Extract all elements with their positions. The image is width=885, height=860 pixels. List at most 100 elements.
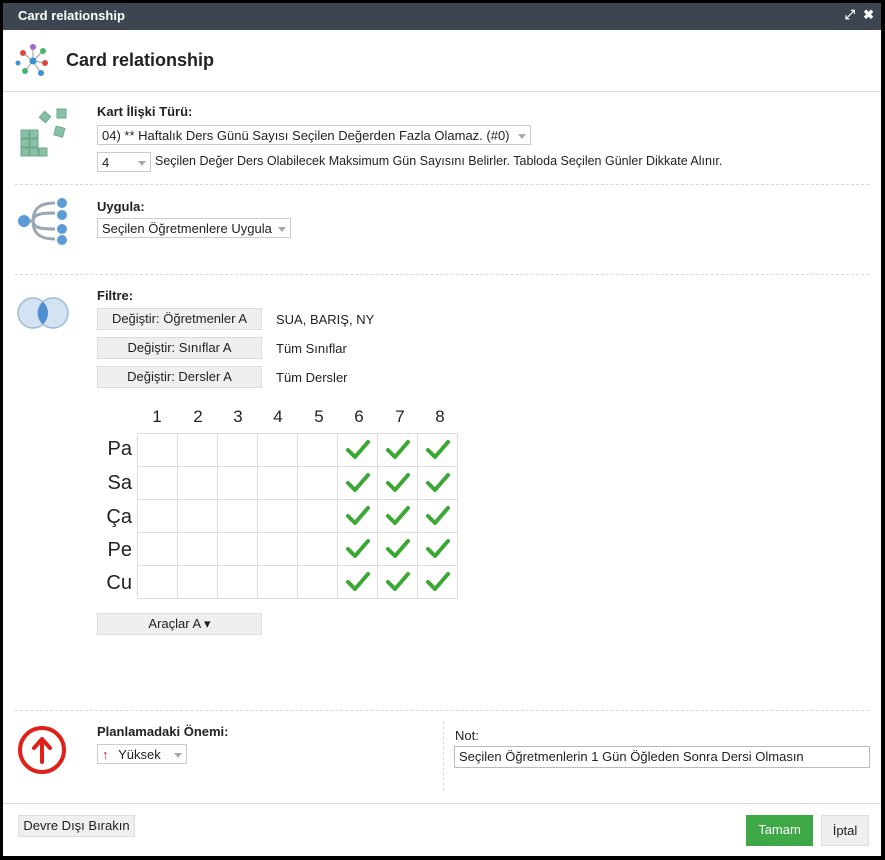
maximize-icon[interactable]: ⤢ (845, 7, 855, 23)
grid-cell[interactable] (217, 565, 258, 599)
note-input[interactable]: Seçilen Öğretmenlerin 1 Gün Öğleden Sonr… (454, 746, 870, 768)
network-icon (15, 44, 48, 76)
grid-cell[interactable] (377, 565, 418, 599)
dialog-heading: Card relationship (66, 50, 215, 70)
change-teachers-button[interactable]: Değiştir: Öğretmenler A (97, 308, 262, 330)
high-importance-icon (18, 726, 66, 774)
day-header: Cu (106, 572, 132, 594)
grid-cell[interactable] (377, 433, 418, 467)
importance-select[interactable]: ↑ Yüksek (97, 744, 187, 764)
grid-row (137, 532, 458, 566)
grid-cell[interactable] (297, 532, 338, 566)
grid-cell[interactable] (217, 532, 258, 566)
grid-cell[interactable] (337, 433, 378, 467)
grid-cell[interactable] (417, 466, 458, 500)
apply-select[interactable]: Seçilen Öğretmenlere Uygula (97, 218, 291, 238)
card-relationship-dialog: Card relationship ⤢ ✖ Card relationship (3, 3, 881, 856)
grid-row (137, 433, 458, 467)
period-header: 6 (354, 407, 364, 426)
change-subjects-button[interactable]: Değiştir: Dersler A (97, 366, 262, 388)
grid-cell[interactable] (337, 466, 378, 500)
chevron-down-icon (278, 227, 286, 232)
max-days-value: 4 (102, 155, 110, 170)
vertical-divider (443, 721, 444, 791)
dialog-footer (3, 803, 881, 804)
checkmark-icon (385, 505, 410, 525)
day-header: Pa (107, 438, 132, 460)
grid-cell[interactable] (297, 466, 338, 500)
grid-cell[interactable] (217, 499, 258, 533)
grid-cell[interactable] (417, 499, 458, 533)
tools-menu-button[interactable]: Araçlar A ▾ (97, 613, 262, 635)
chevron-down-icon (518, 134, 526, 139)
section-divider (15, 184, 869, 185)
max-days-select[interactable]: 4 (97, 152, 151, 172)
checkmark-icon (425, 439, 450, 459)
checkmark-icon (425, 538, 450, 558)
grid-cell[interactable] (137, 565, 178, 599)
grid-cell[interactable] (377, 499, 418, 533)
checkmark-icon (385, 571, 410, 591)
grid-cell[interactable] (217, 433, 258, 467)
blocks-icon (20, 108, 67, 157)
grid-cell[interactable] (177, 499, 218, 533)
change-classes-button[interactable]: Değiştir: Sınıflar A (97, 337, 262, 359)
grid-cell[interactable] (177, 565, 218, 599)
grid-cell[interactable] (417, 433, 458, 467)
day-header: Sa (107, 472, 132, 494)
grid-cell[interactable] (417, 565, 458, 599)
grid-cell[interactable] (137, 466, 178, 500)
period-header: 2 (193, 407, 203, 426)
grid-row (137, 466, 458, 500)
grid-cell[interactable] (257, 565, 298, 599)
title-bar: Card relationship ⤢ ✖ (3, 3, 881, 30)
grid-cell[interactable] (297, 565, 338, 599)
grid-cell[interactable] (177, 466, 218, 500)
grid-cell[interactable] (137, 499, 178, 533)
relationship-description: Seçilen Değer Ders Olabilecek Maksimum G… (155, 154, 723, 168)
grid-cell[interactable] (257, 532, 298, 566)
filter-label: Filtre: (97, 288, 134, 303)
grid-cell[interactable] (177, 532, 218, 566)
period-header: 3 (233, 407, 243, 426)
checkmark-icon (385, 472, 410, 492)
period-grid-table (137, 433, 458, 599)
grid-row (137, 499, 458, 533)
grid-cell[interactable] (257, 466, 298, 500)
checkmark-icon (345, 538, 370, 558)
chevron-down-icon (138, 161, 146, 166)
grid-cell[interactable] (377, 466, 418, 500)
checkmark-icon (385, 538, 410, 558)
cancel-button[interactable]: İptal (821, 815, 869, 846)
grid-cell[interactable] (377, 532, 418, 566)
grid-cell[interactable] (137, 433, 178, 467)
classes-filter-value: Tüm Sınıflar (276, 341, 347, 356)
grid-cell[interactable] (137, 532, 178, 566)
grid-cell[interactable] (297, 499, 338, 533)
checkmark-icon (345, 505, 370, 525)
disable-button[interactable]: Devre Dışı Bırakın (18, 815, 135, 837)
period-header: 7 (395, 407, 405, 426)
grid-cell[interactable] (337, 565, 378, 599)
relationship-type-value: 04) ** Haftalık Ders Günü Sayısı Seçilen… (102, 128, 510, 143)
grid-cell[interactable] (257, 433, 298, 467)
relationship-type-label: Kart İlişki Türü: (97, 104, 193, 119)
section-divider (15, 710, 869, 711)
grid-cell[interactable] (177, 433, 218, 467)
window-title: Card relationship (18, 8, 125, 23)
period-header: 4 (273, 407, 283, 426)
importance-label: Planlamadaki Önemi: (97, 724, 229, 739)
period-header: 1 (152, 407, 162, 426)
grid-cell[interactable] (337, 532, 378, 566)
grid-cell[interactable] (257, 499, 298, 533)
grid-cell[interactable] (297, 433, 338, 467)
relationship-type-select[interactable]: 04) ** Haftalık Ders Günü Sayısı Seçilen… (97, 125, 531, 145)
close-icon[interactable]: ✖ (863, 7, 874, 23)
grid-cell[interactable] (337, 499, 378, 533)
checkmark-icon (345, 472, 370, 492)
ok-button[interactable]: Tamam (746, 815, 813, 846)
grid-cell[interactable] (417, 532, 458, 566)
period-header: 8 (435, 407, 445, 426)
grid-row (137, 565, 458, 599)
grid-cell[interactable] (217, 466, 258, 500)
